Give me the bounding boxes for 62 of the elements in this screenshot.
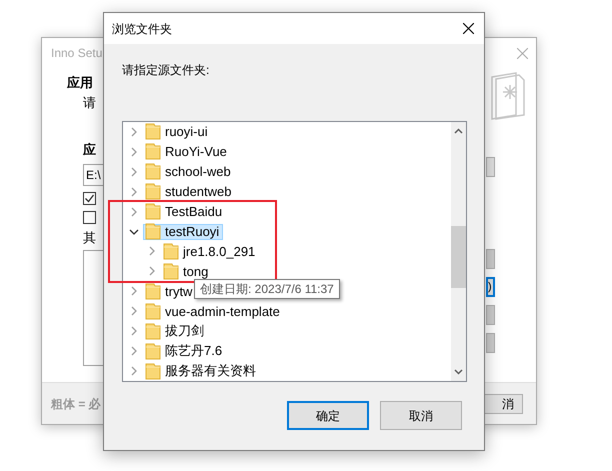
folder-icon — [145, 203, 161, 220]
tree-item[interactable]: RuoYi-Vue — [143, 144, 231, 160]
chevron-right-icon[interactable] — [147, 246, 157, 256]
chevron-right-icon[interactable] — [129, 206, 139, 217]
page-subheading: 请 — [83, 94, 96, 112]
scrollbar-thumb[interactable] — [451, 226, 466, 288]
scrollbar[interactable] — [451, 122, 466, 381]
folder-icon — [145, 183, 161, 200]
chevron-right-icon[interactable] — [147, 266, 157, 276]
side-button[interactable] — [486, 157, 495, 177]
tree-item[interactable]: 拔刀剑 — [143, 323, 208, 340]
chevron-right-icon[interactable] — [129, 166, 139, 177]
chevron-right-icon[interactable] — [129, 286, 139, 296]
tree-item[interactable]: 服务器有关资料 — [143, 363, 260, 380]
page-heading: 应用 — [67, 74, 93, 92]
chevron-right-icon[interactable] — [129, 146, 139, 157]
tree-item[interactable]: 陈艺丹7.6 — [143, 343, 226, 360]
footer-note: 粗体 = 必 — [51, 396, 101, 412]
tree-item[interactable]: school-web — [143, 164, 235, 180]
tree-item[interactable]: jre1.8.0_291 — [161, 243, 260, 260]
chevron-right-icon[interactable] — [129, 366, 139, 376]
window-title: Inno Setu — [51, 45, 102, 62]
folder-icon — [145, 163, 161, 180]
folder-icon — [163, 262, 179, 280]
dialog-title: 浏览文件夹 — [112, 20, 172, 38]
checkbox[interactable] — [83, 192, 96, 204]
other-label: 其 — [83, 228, 96, 246]
prompt-text: 请指定源文件夹: — [122, 62, 210, 79]
chevron-right-icon[interactable] — [129, 126, 139, 137]
close-icon[interactable] — [463, 23, 474, 34]
tooltip: 创建日期: 2023/7/6 11:37 — [194, 279, 340, 299]
folder-icon — [145, 282, 161, 300]
folder-icon — [163, 242, 179, 260]
side-button[interactable] — [486, 333, 495, 353]
folder-icon — [145, 362, 161, 380]
chevron-right-icon[interactable] — [129, 306, 139, 316]
folder-icon — [145, 342, 161, 360]
folder-icon — [145, 123, 161, 140]
book-icon — [491, 71, 525, 121]
folder-icon — [145, 302, 161, 320]
folder-icon — [145, 223, 161, 240]
side-button[interactable] — [486, 249, 495, 269]
checkbox[interactable] — [83, 210, 96, 224]
folder-icon — [145, 143, 161, 160]
folder-icon — [145, 322, 161, 340]
chevron-right-icon[interactable] — [129, 186, 139, 197]
scroll-down-icon[interactable] — [454, 369, 463, 375]
tree-item[interactable]: TestBaidu — [143, 204, 226, 220]
section-label: 应 — [83, 141, 96, 159]
dialog-button[interactable]: 取消 — [380, 401, 462, 430]
scroll-up-icon[interactable] — [454, 128, 463, 134]
tree-item[interactable]: vue-admin-template — [143, 303, 284, 320]
dialog-button[interactable]: 确定 — [287, 401, 369, 430]
tree-item[interactable]: trytw — [143, 283, 196, 300]
chevron-down-icon[interactable] — [129, 226, 139, 237]
tree-item[interactable]: studentweb — [143, 184, 236, 200]
chevron-right-icon[interactable] — [129, 326, 139, 336]
side-button[interactable]: ) — [486, 277, 495, 297]
chevron-right-icon[interactable] — [129, 346, 139, 356]
tree-item[interactable]: ruoyi-ui — [143, 124, 212, 140]
side-button[interactable] — [486, 305, 495, 325]
tree-item[interactable]: testRuoyi — [143, 224, 224, 240]
